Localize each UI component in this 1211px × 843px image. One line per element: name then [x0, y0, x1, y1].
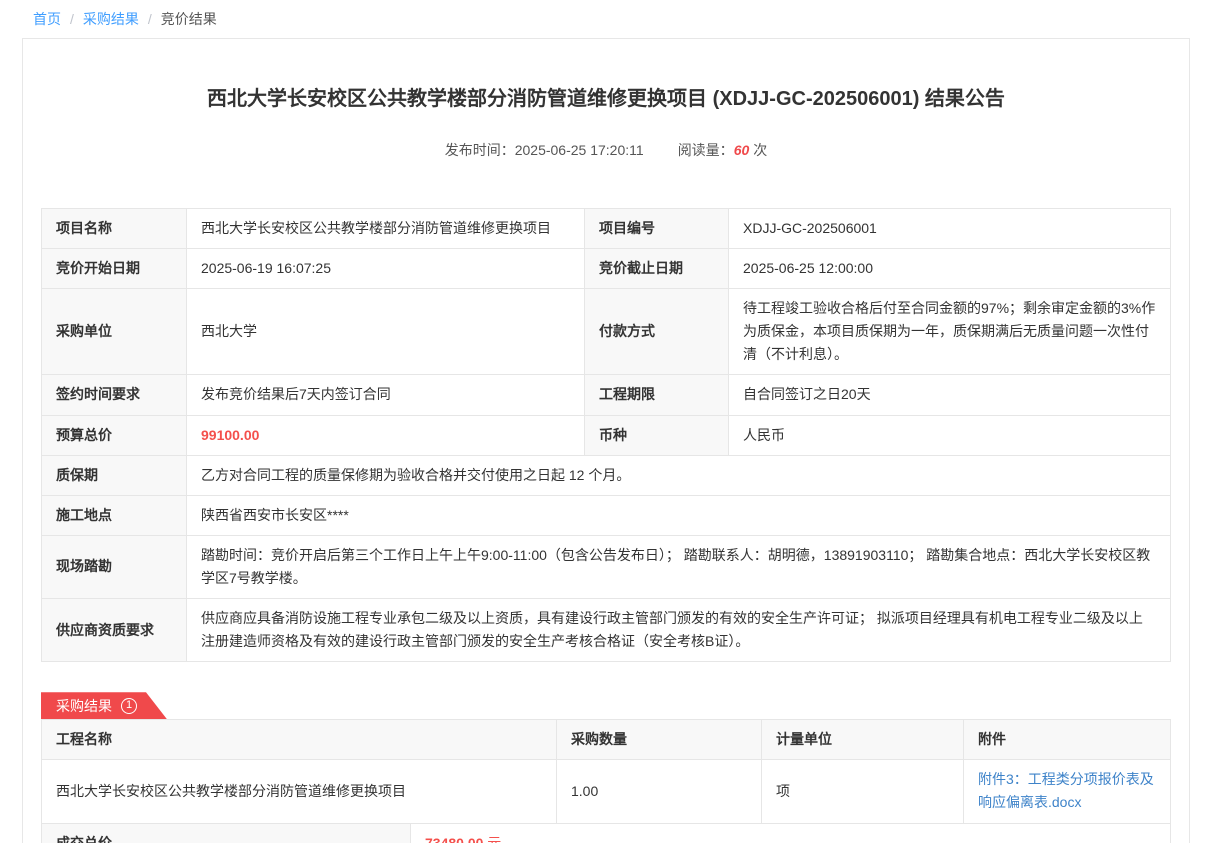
- breadcrumb-separator: /: [148, 11, 152, 27]
- table-row: 签约时间要求 发布竞价结果后7天内签订合同 工程期限 自合同签订之日20天: [42, 375, 1171, 415]
- info-label-project-duration: 工程期限: [585, 375, 729, 415]
- announcement-card: 西北大学长安校区公共教学楼部分消防管道维修更换项目 (XDJJ-GC-20250…: [22, 38, 1190, 843]
- info-label-signing-time: 签约时间要求: [42, 375, 187, 415]
- table-row: 供应商资质要求 供应商应具备消防设施工程专业承包二级及以上资质，具有建设行政主管…: [42, 599, 1171, 662]
- procurement-result-tag: 采购结果 1: [41, 692, 167, 719]
- deal-price-unit: 元: [487, 835, 501, 843]
- project-info-table: 项目名称 西北大学长安校区公共教学楼部分消防管道维修更换项目 项目编号 XDJJ…: [41, 208, 1171, 662]
- summary-value-total-price: 73480.00 元: [411, 823, 1171, 843]
- info-label-bid-start: 竞价开始日期: [42, 249, 187, 289]
- breadcrumb-procurement-results-link[interactable]: 采购结果: [83, 9, 139, 29]
- info-value-project-number: XDJJ-GC-202506001: [729, 209, 1171, 249]
- breadcrumb-current: 竞价结果: [161, 9, 217, 29]
- info-value-site-survey: 踏勘时间：竞价开启后第三个工作日上午上午9:00-11:00（包含公告发布日）；…: [187, 535, 1171, 598]
- summary-label-total-price: 成交总价: [42, 823, 411, 843]
- table-row: 西北大学长安校区公共教学楼部分消防管道维修更换项目 1.00 项 附件3：工程类…: [42, 760, 1171, 823]
- procurement-result-tag-label: 采购结果: [56, 696, 112, 716]
- table-row: 采购单位 西北大学 付款方式 待工程竣工验收合格后付至合同金额的97%；剩余审定…: [42, 289, 1171, 375]
- info-value-payment-method: 待工程竣工验收合格后付至合同金额的97%；剩余审定金额的3%作为质保金，本项目质…: [729, 289, 1171, 375]
- result-header-project-name: 工程名称: [42, 720, 557, 760]
- publish-time-label: 发布时间：: [445, 142, 515, 158]
- info-value-project-duration: 自合同签订之日20天: [729, 375, 1171, 415]
- result-quantity: 1.00: [557, 760, 762, 823]
- info-label-purchaser: 采购单位: [42, 289, 187, 375]
- result-header-quantity: 采购数量: [557, 720, 762, 760]
- info-label-project-name: 项目名称: [42, 209, 187, 249]
- info-label-project-number: 项目编号: [585, 209, 729, 249]
- info-label-budget-total: 预算总价: [42, 415, 187, 455]
- info-value-budget-total: 99100.00: [187, 415, 585, 455]
- deal-price-value: 73480.00: [425, 835, 483, 843]
- publish-time-value: 2025-06-25 17:20:11: [515, 142, 644, 158]
- info-value-project-name: 西北大学长安校区公共教学楼部分消防管道维修更换项目: [187, 209, 585, 249]
- info-label-supplier-qualification: 供应商资质要求: [42, 599, 187, 662]
- info-value-warranty: 乙方对合同工程的质量保修期为验收合格并交付使用之日起 12 个月。: [187, 455, 1171, 495]
- info-label-site-survey: 现场踏勘: [42, 535, 187, 598]
- info-value-currency: 人民币: [729, 415, 1171, 455]
- attachment-link[interactable]: 附件3：工程类分项报价表及响应偏离表.docx: [978, 771, 1154, 810]
- info-value-supplier-qualification: 供应商应具备消防设施工程专业承包二级及以上资质，具有建设行政主管部门颁发的有效的…: [187, 599, 1171, 662]
- procurement-result-table: 工程名称 采购数量 计量单位 附件 西北大学长安校区公共教学楼部分消防管道维修更…: [41, 719, 1171, 823]
- info-label-warranty: 质保期: [42, 455, 187, 495]
- views-unit: 次: [753, 142, 767, 158]
- breadcrumb-separator: /: [70, 11, 74, 27]
- page-title: 西北大学长安校区公共教学楼部分消防管道维修更换项目 (XDJJ-GC-20250…: [41, 85, 1171, 113]
- table-row: 竞价开始日期 2025-06-19 16:07:25 竞价截止日期 2025-0…: [42, 249, 1171, 289]
- info-label-currency: 币种: [585, 415, 729, 455]
- table-row: 成交总价 73480.00 元: [42, 823, 1171, 843]
- table-row: 预算总价 99100.00 币种 人民币: [42, 415, 1171, 455]
- info-value-construction-site: 陕西省西安市长安区****: [187, 495, 1171, 535]
- result-unit: 项: [762, 760, 964, 823]
- result-project-name: 西北大学长安校区公共教学楼部分消防管道维修更换项目: [42, 760, 557, 823]
- result-count-badge: 1: [121, 698, 137, 714]
- table-row: 质保期 乙方对合同工程的质量保修期为验收合格并交付使用之日起 12 个月。: [42, 455, 1171, 495]
- info-label-payment-method: 付款方式: [585, 289, 729, 375]
- breadcrumb: 首页 / 采购结果 / 竞价结果: [0, 0, 1211, 38]
- publish-meta: 发布时间：2025-06-25 17:20:11 阅读量：60次: [41, 140, 1171, 160]
- result-header-unit: 计量单位: [762, 720, 964, 760]
- result-header-attachment: 附件: [964, 720, 1171, 760]
- views-count: 60: [734, 142, 750, 158]
- info-label-bid-end: 竞价截止日期: [585, 249, 729, 289]
- info-value-bid-end: 2025-06-25 12:00:00: [729, 249, 1171, 289]
- table-row: 现场踏勘 踏勘时间：竞价开启后第三个工作日上午上午9:00-11:00（包含公告…: [42, 535, 1171, 598]
- table-header-row: 工程名称 采购数量 计量单位 附件: [42, 720, 1171, 760]
- table-row: 项目名称 西北大学长安校区公共教学楼部分消防管道维修更换项目 项目编号 XDJJ…: [42, 209, 1171, 249]
- info-value-signing-time: 发布竞价结果后7天内签订合同: [187, 375, 585, 415]
- info-value-purchaser: 西北大学: [187, 289, 585, 375]
- info-label-construction-site: 施工地点: [42, 495, 187, 535]
- views-label: 阅读量：: [678, 142, 734, 158]
- breadcrumb-home-link[interactable]: 首页: [33, 9, 61, 29]
- info-value-bid-start: 2025-06-19 16:07:25: [187, 249, 585, 289]
- table-row: 施工地点 陕西省西安市长安区****: [42, 495, 1171, 535]
- result-summary-table: 成交总价 73480.00 元 成交供应商 陕西华川建设工程有限公司: [41, 823, 1171, 843]
